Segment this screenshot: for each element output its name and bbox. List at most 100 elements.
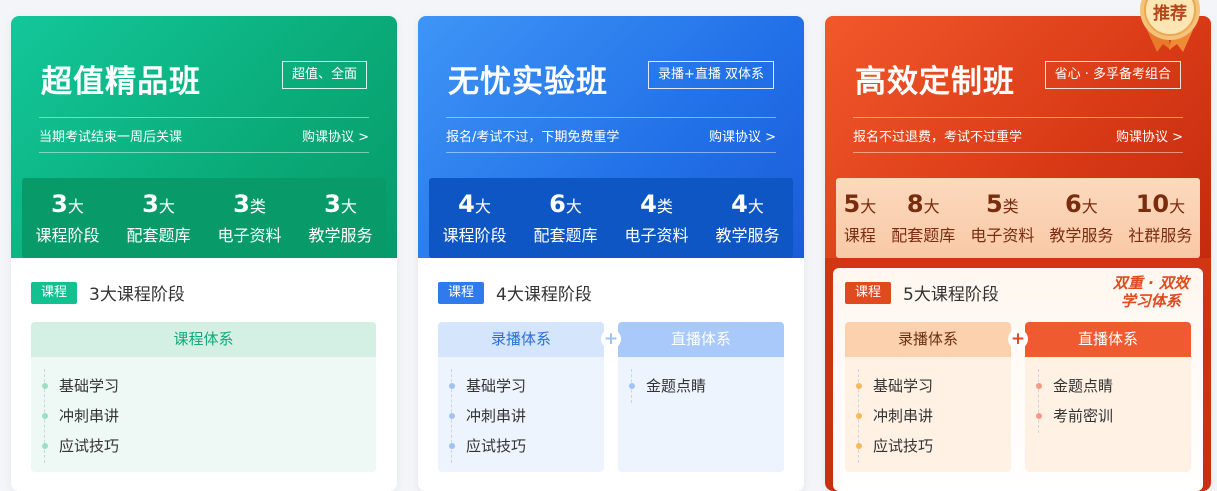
stat-unit: 类 (249, 197, 266, 216)
plan-tag: 省心 · 多孚备考组合 (1044, 61, 1181, 89)
stat-label: 课程阶段 (442, 226, 507, 245)
stat-unit: 类 (656, 197, 673, 216)
stat-label: 电子资料 (624, 226, 689, 245)
plan-card-premium[interactable]: 超值精品班 超值、全面 当期考试结束一周后关课 购课协议 > 3大 课程阶段 3大… (11, 16, 397, 491)
stats-bar: 5大 课程 8大 配套题库 5类 电子资料 6大 教学服务 10大 社群服务 (836, 178, 1200, 258)
card-hero: 无忧实验班 录播+直播 双体系 报名/考试不过，下期免费重学 购课协议 > 4大… (418, 16, 804, 258)
stat-unit: 大 (474, 197, 491, 216)
list-item: 金题点睛 (1036, 371, 1191, 401)
plan-title: 高效定制班 (855, 64, 1015, 100)
stat-item: 4类电子资料 (624, 190, 688, 246)
system-panel: 课程体系 基础学习 冲刺串讲 应试技巧 (31, 322, 376, 472)
stat-number: 4 (640, 190, 657, 218)
system-list: 金题点睛 (618, 357, 784, 403)
stat-unit: 大 (923, 197, 940, 216)
stat-label: 教学服务 (715, 226, 780, 245)
stat-unit: 大 (1169, 197, 1186, 216)
list-item: 考前密训 (1036, 401, 1191, 431)
stat-label: 配套题库 (533, 226, 598, 245)
stat-number: 6 (1065, 190, 1082, 218)
stat-number: 4 (731, 190, 748, 218)
stat-unit: 大 (67, 197, 84, 216)
stat-number: 8 (906, 190, 924, 218)
stat-unit: 类 (1002, 197, 1019, 216)
stat-item: 4大 课程阶段 (442, 190, 506, 246)
list-item: 基础学习 (449, 371, 604, 401)
list-item: 冲刺串讲 (42, 401, 376, 431)
stat-unit: 大 (340, 197, 357, 216)
course-stages-text: 5大课程阶段 (903, 285, 999, 305)
stat-item: 5大课程 (844, 190, 877, 246)
stat-item: 5类电子资料 (970, 190, 1034, 246)
slogan-line: 双重 · 双效 (1112, 274, 1189, 292)
plan-subtitle: 当期考试结束一周后关课 (39, 130, 183, 145)
course-badge: 课程 (31, 281, 78, 304)
system-panel-recorded: 录播体系 基础学习 冲刺串讲 应试技巧 (438, 322, 604, 472)
stat-label: 电子资料 (217, 226, 282, 245)
stat-label: 教学服务 (1049, 226, 1114, 245)
system-list: 基础学习 冲刺串讲 应试技巧 (31, 357, 376, 463)
system-title: 录播体系 (438, 322, 604, 357)
stat-number: 3 (324, 190, 341, 218)
stat-label: 课程 (843, 226, 876, 245)
list-item: 冲刺串讲 (856, 401, 1011, 431)
agreement-link[interactable]: 购课协议 > (302, 126, 369, 145)
stat-item: 6大配套题库 (533, 190, 597, 246)
list-item: 应试技巧 (856, 431, 1011, 461)
divider (39, 117, 369, 118)
plan-tag: 录播+直播 双体系 (647, 61, 774, 89)
stat-label: 教学服务 (308, 226, 373, 245)
stat-label: 社群服务 (1128, 226, 1193, 245)
divider (853, 152, 1183, 153)
system-title: 直播体系 (618, 322, 784, 357)
divider (446, 152, 776, 153)
list-item: 应试技巧 (449, 431, 604, 461)
list-item: 冲刺串讲 (449, 401, 604, 431)
divider (853, 117, 1183, 118)
system-title: 录播体系 (845, 322, 1011, 357)
course-row: 课程 5大课程阶段 (845, 280, 999, 305)
divider (39, 152, 369, 153)
stat-item: 10大社群服务 (1128, 190, 1192, 246)
plan-subtitle: 报名/考试不过，下期免费重学 (446, 130, 620, 145)
stat-label: 课程阶段 (35, 226, 100, 245)
plan-card-experiment[interactable]: 无忧实验班 录播+直播 双体系 报名/考试不过，下期免费重学 购课协议 > 4大… (418, 16, 804, 491)
stat-unit: 大 (747, 197, 764, 216)
system-list: 金题点睛 考前密训 (1025, 357, 1191, 433)
stat-item: 3大教学服务 (308, 190, 372, 246)
plus-icon: + (601, 329, 621, 349)
agreement-link[interactable]: 购课协议 > (709, 126, 776, 145)
stat-number: 5 (985, 190, 1003, 218)
course-badge: 课程 (845, 281, 892, 304)
recommend-medal-icon: 推荐 (1140, 0, 1200, 52)
divider (446, 117, 776, 118)
stat-item: 3类 电子资料 (217, 190, 281, 246)
list-item: 基础学习 (42, 371, 376, 401)
course-row: 课程 4大课程阶段 (438, 280, 592, 305)
plan-card-custom[interactable]: 高效定制班 省心 · 多孚备考组合 报名不过退费，考试不过重学 购课协议 > 5… (825, 16, 1211, 491)
slogan: 双重 · 双效 学习体系 (1113, 274, 1189, 310)
stat-item: 3大 配套题库 (126, 190, 190, 246)
plan-title: 超值精品班 (41, 64, 201, 100)
card-hero: 超值精品班 超值、全面 当期考试结束一周后关课 购课协议 > 3大 课程阶段 3大… (11, 16, 397, 258)
system-panel-recorded: 录播体系 基础学习 冲刺串讲 应试技巧 (845, 322, 1011, 472)
stat-number: 3 (142, 190, 159, 218)
stat-number: 10 (1135, 190, 1170, 218)
course-badge: 课程 (438, 281, 485, 304)
list-item: 金题点睛 (629, 371, 784, 401)
stat-label: 电子资料 (970, 226, 1035, 245)
plus-icon: + (1008, 329, 1028, 349)
list-item: 基础学习 (856, 371, 1011, 401)
stats-bar: 3大 课程阶段 3大 配套题库 3类 电子资料 3大 教学服务 (22, 178, 386, 258)
stat-label: 配套题库 (891, 226, 956, 245)
course-stages-text: 4大课程阶段 (496, 285, 592, 305)
system-list: 基础学习 冲刺串讲 应试技巧 (438, 357, 604, 463)
plan-tag: 超值、全面 (281, 61, 367, 89)
stat-number: 6 (549, 190, 566, 218)
stat-item: 8大配套题库 (891, 190, 955, 246)
stat-number: 5 (843, 190, 861, 218)
stat-unit: 大 (565, 197, 582, 216)
agreement-link[interactable]: 购课协议 > (1116, 126, 1183, 145)
stat-unit: 大 (860, 197, 877, 216)
plan-title: 无忧实验班 (448, 64, 608, 100)
